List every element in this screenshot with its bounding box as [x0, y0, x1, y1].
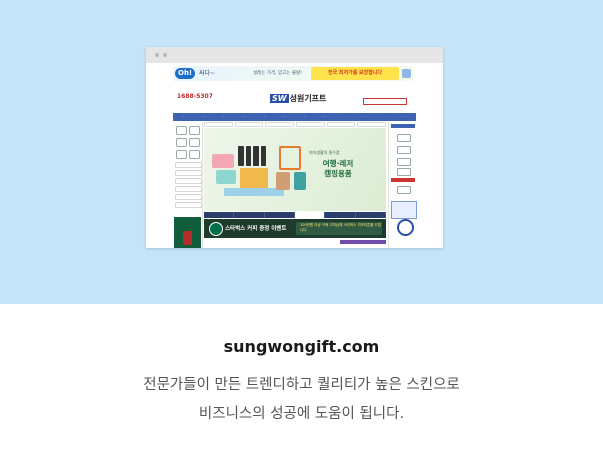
banner-tab[interactable] [234, 212, 265, 218]
cooler-box-image [212, 154, 234, 168]
bag-image [294, 172, 306, 190]
starbucks-logo-icon [209, 222, 223, 236]
filter-select[interactable] [234, 122, 264, 127]
nav-item[interactable]: · [345, 113, 346, 121]
nav-item[interactable]: · [183, 113, 184, 121]
window-dot-icon [155, 53, 159, 57]
browser-titlebar [146, 47, 443, 63]
sidebar-select[interactable] [175, 178, 202, 184]
banner-tabs [204, 212, 386, 218]
filter-select[interactable] [296, 122, 325, 127]
nav-item[interactable]: · [324, 113, 325, 121]
quick-menu-bar[interactable] [391, 178, 415, 182]
quick-menu-icon[interactable] [397, 134, 411, 142]
description-line: 비즈니스의 성공에 도움이 됩니다. [198, 406, 405, 422]
contact-info: 1688-5307 [177, 93, 213, 100]
filter-select[interactable] [357, 122, 387, 127]
promo-badge: Oh! [175, 68, 196, 79]
banner-subtitle: 여아생활의 필수품 [309, 150, 340, 155]
quick-menu-icon[interactable] [397, 146, 411, 154]
description-line: 전문가들이 만든 트렌디하고 퀄리티가 높은 스킨으로 [143, 377, 460, 393]
logo-mark: SW [270, 94, 289, 103]
starbucks-promo-bar[interactable]: 스타벅스 커피 증정 이벤트 100만원 이상 구매 고객님께 스타벅스 기프티… [204, 219, 386, 238]
promo-middle-text: 설레는 가격, 믿고는 몰랄! [253, 71, 302, 76]
phone-number: 1688-5307 [177, 93, 213, 100]
banner-tab[interactable] [356, 212, 386, 218]
browser-mockup: Oh! 싸다~ 설레는 가격, 믿고는 몰랄! 전국 최저가를 보장합니다 16… [146, 47, 443, 248]
category-nav: · · · · · · · · · · · · [173, 113, 416, 121]
category-icon[interactable] [176, 126, 187, 135]
quick-menu-icon[interactable] [397, 158, 411, 166]
coffee-cup-icon [183, 231, 192, 245]
truck-icon[interactable] [397, 168, 411, 176]
nav-item[interactable]: · [284, 113, 285, 121]
main-area: 여아생활의 필수품 여행·레저 캠핑용품 스타벅스 커피 증정 이벤트 100만… [204, 122, 387, 248]
category-icon[interactable] [176, 150, 187, 159]
nav-item[interactable]: · [203, 113, 204, 121]
nav-item[interactable]: · [223, 113, 224, 121]
right-sidebar [388, 122, 417, 248]
nav-item[interactable]: · [405, 113, 406, 121]
nav-item[interactable]: · [264, 113, 265, 121]
promo-title: 스타벅스 커피 증정 이벤트 [225, 226, 287, 232]
nav-item[interactable]: · [365, 113, 366, 121]
gift-box-image [240, 168, 268, 188]
nav-item[interactable]: · [385, 113, 386, 121]
camping-chair-image [279, 146, 301, 170]
category-icon-grid [176, 126, 200, 159]
category-icon[interactable] [189, 126, 200, 135]
gift-icon [402, 69, 411, 78]
banner-tab[interactable] [325, 212, 356, 218]
sidebar-select[interactable] [175, 202, 202, 208]
top-promo-strip: Oh! 싸다~ 설레는 가격, 믿고는 몰랄! 전국 최저가를 보장합니다 [173, 66, 413, 81]
promo-headline: 싸다~ [199, 70, 216, 77]
banner-tab-active[interactable] [294, 212, 326, 218]
quick-menu-box[interactable] [391, 201, 417, 219]
search-input[interactable] [363, 98, 407, 105]
banner-title: 여행·레저 캠핑용품 [308, 159, 368, 179]
site-logo[interactable]: SW 성원기프트 [270, 93, 326, 104]
sidebar-select[interactable] [175, 186, 202, 192]
filter-select[interactable] [265, 122, 295, 127]
sidebar-select[interactable] [175, 162, 202, 168]
seal-icon [397, 219, 414, 236]
logo-text: 성원기프트 [289, 94, 327, 103]
top-promo-banner: Oh! 싸다~ 설레는 가격, 믿고는 몰랄! 전국 최저가를 보장합니다 [146, 63, 443, 83]
category-icon[interactable] [189, 138, 200, 147]
nav-item[interactable]: · [304, 113, 305, 121]
promo-detail: 100만원 이상 구매 고객님께 스타벅스 기프티콘을 드립니다. [296, 222, 382, 235]
main-banner[interactable]: 여아생활의 필수품 여행·레저 캠핑용품 [204, 128, 386, 211]
page-content: 여아생활의 필수품 여행·레저 캠핑용품 스타벅스 커피 증정 이벤트 100만… [173, 122, 417, 248]
quick-menu-icon[interactable] [397, 186, 411, 194]
hero-background: Oh! 싸다~ 설레는 가격, 믿고는 몰랄! 전국 최저가를 보장합니다 16… [0, 0, 603, 304]
banner-title-line: 여행·레저 [322, 159, 354, 168]
category-icon[interactable] [176, 138, 187, 147]
below-strip [340, 240, 386, 244]
site-header: 1688-5307 SW 성원기프트 [173, 83, 416, 113]
sidebar-select[interactable] [175, 170, 202, 176]
site-url[interactable]: sungwongift.com [0, 337, 603, 356]
banner-tab[interactable] [204, 212, 235, 218]
filter-select[interactable] [326, 122, 356, 127]
sidebar-select[interactable] [175, 194, 202, 200]
straws-image [224, 188, 284, 196]
banner-title-line: 캠핑용품 [324, 169, 352, 178]
category-icon[interactable] [189, 150, 200, 159]
cooler-box-image [216, 170, 236, 184]
left-sidebar [173, 122, 203, 248]
sidebar-starbucks-ad[interactable] [174, 217, 201, 248]
nav-item[interactable]: · [243, 113, 244, 121]
filter-row [204, 122, 387, 127]
filter-select[interactable] [204, 122, 233, 127]
window-dot-icon [163, 53, 167, 57]
bag-image [276, 172, 290, 190]
banner-tab[interactable] [265, 212, 295, 218]
tumblers-image [238, 146, 266, 166]
promo-detail-line: 100만원 이상 구매 고객님께 스타벅스 기프티콘을 드립니다. [300, 223, 381, 232]
quick-menu-header [391, 124, 415, 128]
promo-lowest-price: 전국 최저가를 보장합니다 [311, 67, 399, 80]
